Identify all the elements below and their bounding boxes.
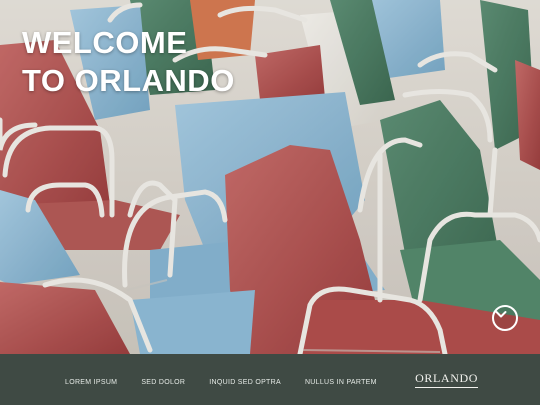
footer-nav-item: SED DOLOR [141, 371, 185, 389]
footer-link-nullus-in-partem[interactable]: NULLUS IN PARTEM [305, 379, 377, 386]
footer-link-inquid-sed-optra[interactable]: INQUID SED OPTRA [209, 379, 281, 386]
brand-logo[interactable]: ORLANDO [415, 354, 478, 405]
footer-nav-item: NULLUS IN PARTEM [305, 371, 377, 389]
hero-banner: WELCOME TO ORLANDO [0, 0, 540, 354]
footer-nav: LOREM IPSUM SED DOLOR INQUID SED OPTRA N… [65, 354, 401, 405]
footer-link-lorem-ipsum[interactable]: LOREM IPSUM [65, 379, 117, 386]
footer-nav-item: LOREM IPSUM [65, 371, 117, 389]
page-title: WELCOME TO ORLANDO [22, 24, 235, 100]
chevron-down-icon [495, 311, 507, 318]
page: WELCOME TO ORLANDO LOREM IPSUM SED DOLOR… [0, 0, 540, 405]
headline-line-1: WELCOME [22, 25, 188, 60]
brand-name: ORLANDO [415, 371, 478, 388]
scroll-down-button[interactable] [492, 305, 518, 331]
footer-link-sed-dolor[interactable]: SED DOLOR [141, 379, 185, 386]
headline-line-2: TO ORLANDO [22, 63, 235, 98]
footer-nav-item: INQUID SED OPTRA [209, 371, 281, 389]
footer-bar: LOREM IPSUM SED DOLOR INQUID SED OPTRA N… [0, 354, 540, 405]
